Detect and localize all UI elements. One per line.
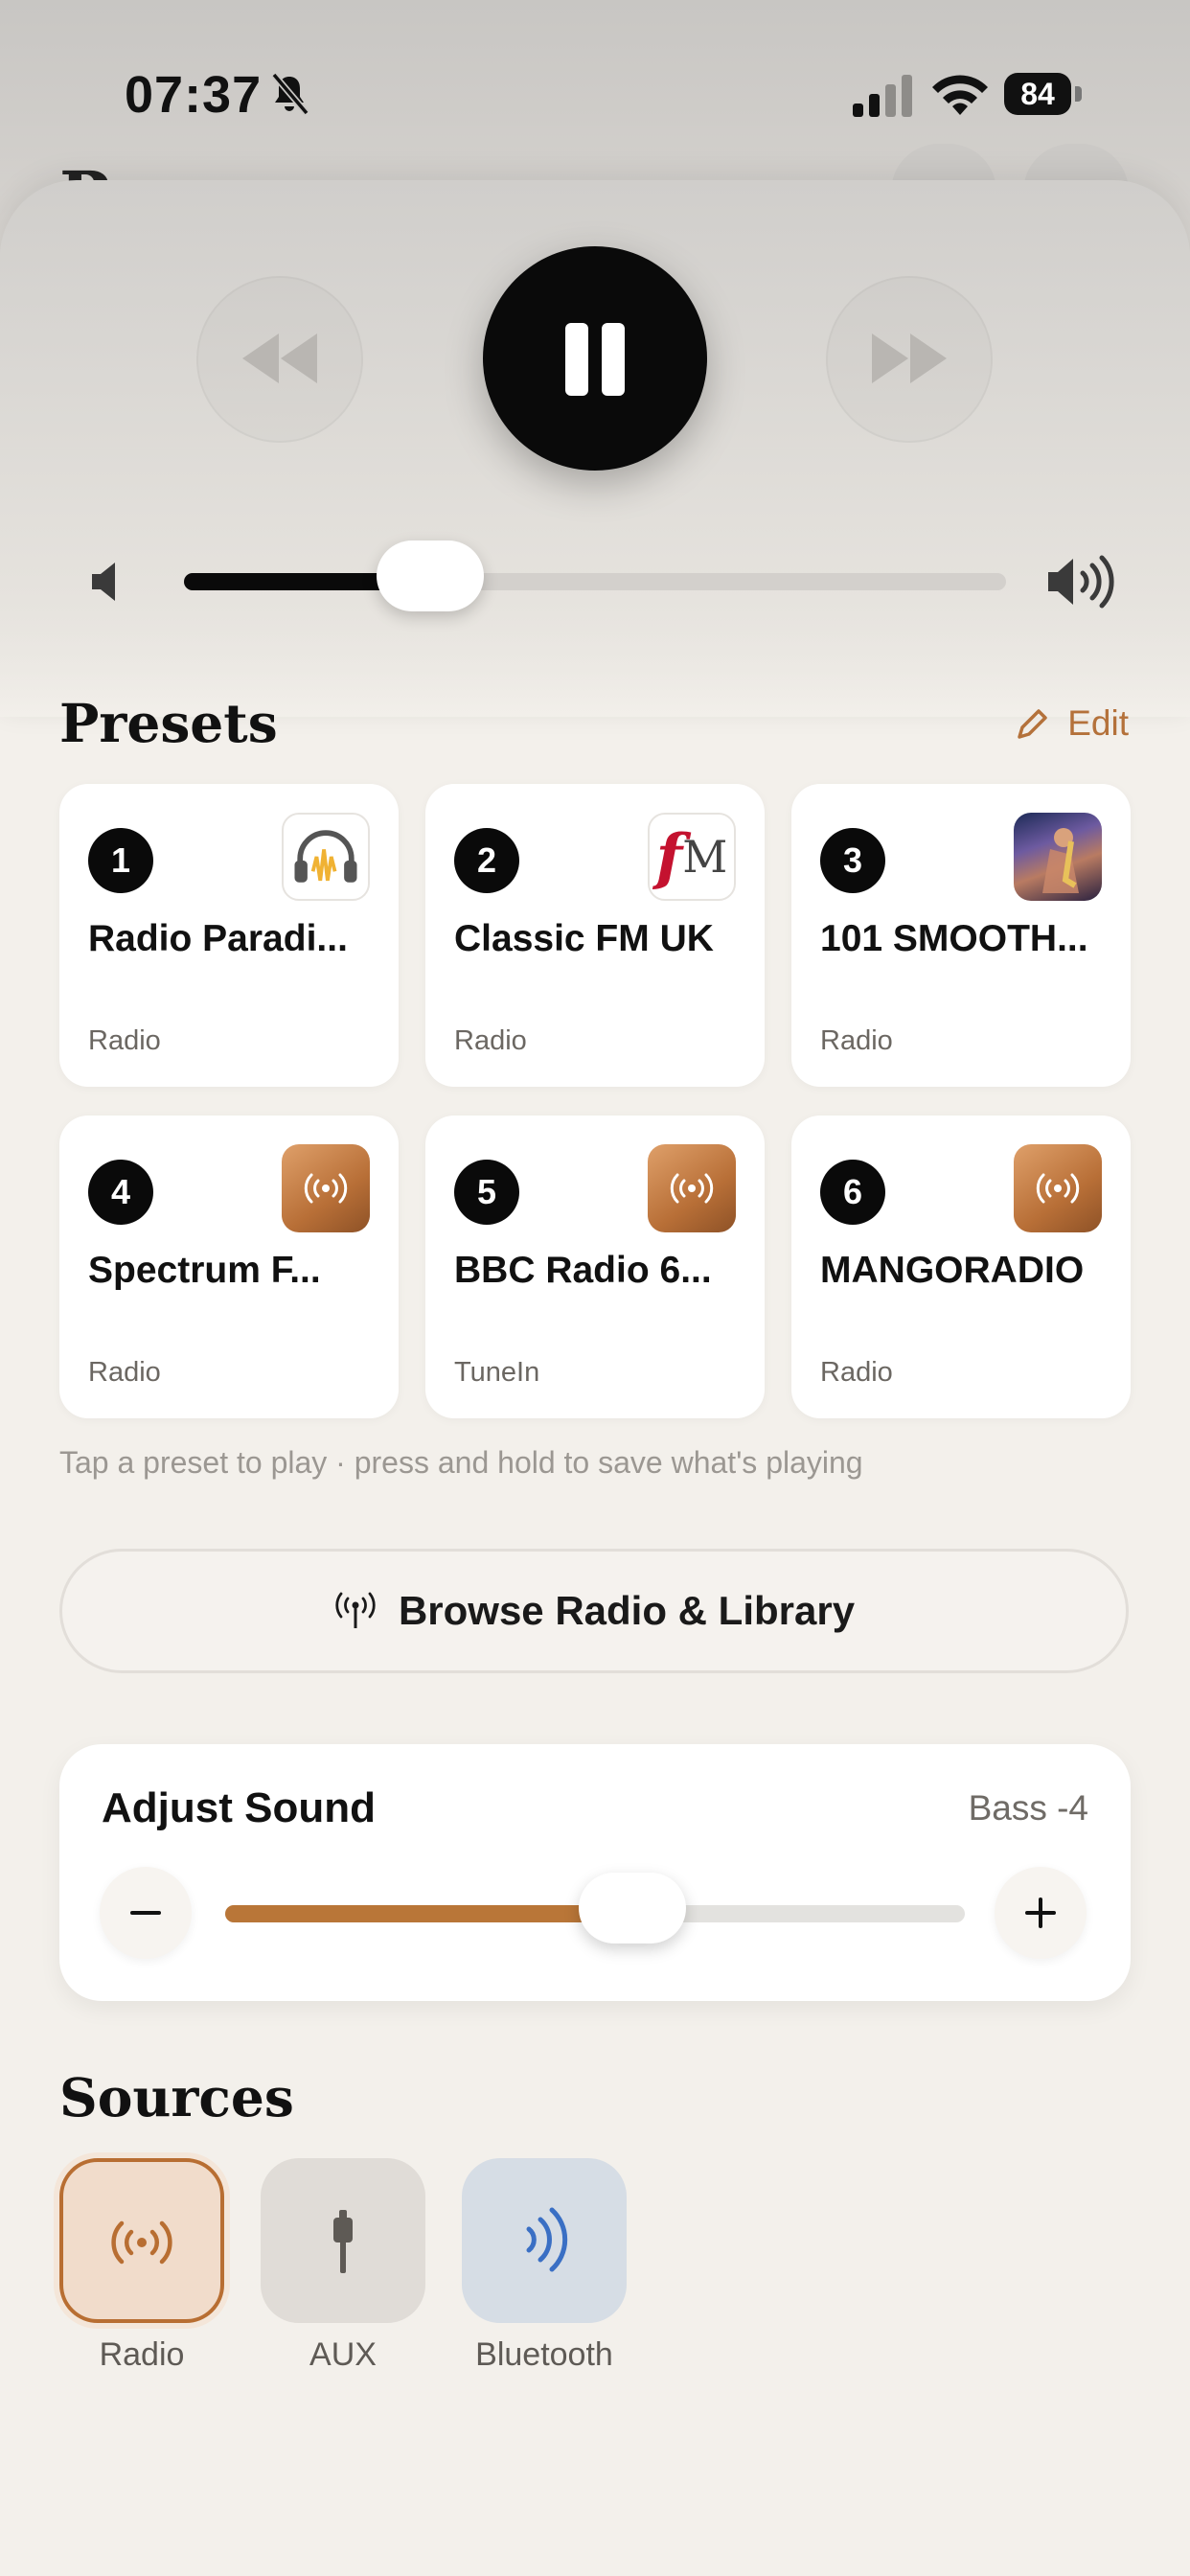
status-bar: 07:37 84: [0, 0, 1190, 182]
preset-card-2[interactable]: 2 fM Classic FM UK Radio: [425, 784, 765, 1087]
source-bluetooth[interactable]: Bluetooth: [462, 2158, 627, 2374]
presets-grid: 1 Radio Paradi... Radio 2 fM Classic FM …: [59, 784, 1131, 1418]
aux-cable-icon: [333, 2210, 353, 2273]
decrease-button[interactable]: [100, 1867, 192, 1959]
preset-source: Radio: [820, 1357, 893, 1388]
source-label: AUX: [309, 2336, 377, 2373]
source-label: Radio: [99, 2336, 185, 2373]
presets-hint: Tap a preset to play · press and hold to…: [59, 1445, 863, 1480]
edit-label: Edit: [1067, 703, 1129, 743]
source-aux[interactable]: AUX: [261, 2158, 425, 2374]
preset-name: Classic FM UK: [454, 918, 714, 959]
preset-source: Radio: [454, 1025, 527, 1056]
source-bluetooth-tile[interactable]: [462, 2158, 627, 2323]
saxophone-photo-icon: [1014, 813, 1102, 901]
bass-slider[interactable]: [225, 1873, 965, 1944]
battery-tip: [1075, 86, 1082, 102]
preset-number: 5: [454, 1160, 519, 1225]
radio-waves-icon: [1014, 1144, 1102, 1232]
pause-icon-bar-right: [602, 323, 625, 396]
bluetooth-waves-icon: [526, 2207, 568, 2272]
source-radio[interactable]: Radio: [59, 2158, 224, 2374]
radio-waves-icon: [282, 1144, 370, 1232]
source-aux-tile[interactable]: [261, 2158, 425, 2323]
preset-source: Radio: [820, 1025, 893, 1056]
volume-slider-thumb[interactable]: [377, 540, 485, 611]
source-label: Bluetooth: [475, 2336, 613, 2373]
pencil-icon: [1018, 709, 1047, 739]
radio-waves-icon: [111, 2220, 172, 2265]
preset-name: 101 SMOOTH...: [820, 918, 1088, 959]
preset-number: 4: [88, 1160, 153, 1225]
volume-slider[interactable]: [184, 540, 1006, 611]
preset-number: 2: [454, 828, 519, 893]
battery-level: 84: [1004, 73, 1071, 115]
preset-card-6[interactable]: 6 MANGORADIO Radio: [791, 1116, 1131, 1418]
fast-forward-icon: [872, 334, 947, 383]
volume-low-icon: [92, 563, 115, 601]
status-time: 07:37: [125, 66, 263, 124]
pause-button[interactable]: [483, 246, 707, 471]
preset-card-3[interactable]: 3 101 SMOOTH... Radio: [791, 784, 1131, 1087]
fast-forward-button[interactable]: [826, 276, 993, 443]
preset-source: Radio: [88, 1025, 161, 1056]
preset-number: 6: [820, 1160, 885, 1225]
preset-name: MANGORADIO: [820, 1250, 1085, 1291]
preset-source: TuneIn: [454, 1357, 540, 1388]
preset-card-4[interactable]: 4 Spectrum F... Radio: [59, 1116, 399, 1418]
preset-source: Radio: [88, 1357, 161, 1388]
radio-waves-icon: [648, 1144, 736, 1232]
preset-number: 3: [820, 828, 885, 893]
rewind-icon: [242, 334, 317, 383]
bell-muted-icon: [271, 72, 309, 116]
headphones-logo-icon: [282, 813, 370, 901]
battery-indicator: 84: [1004, 73, 1083, 117]
edit-presets-button[interactable]: Edit: [1016, 703, 1129, 744]
increase-button[interactable]: [995, 1867, 1087, 1959]
pause-icon-bar-left: [565, 323, 588, 396]
browse-radio-library-button[interactable]: Browse Radio & Library: [59, 1549, 1129, 1673]
preset-name: BBC Radio 6...: [454, 1250, 712, 1291]
preset-number: 1: [88, 828, 153, 893]
adjust-sound-title: Adjust Sound: [102, 1784, 376, 1831]
volume-high-icon: [1048, 555, 1114, 609]
preset-name: Radio Paradi...: [88, 918, 348, 959]
antenna-icon: [335, 1592, 376, 1628]
rewind-button[interactable]: [196, 276, 363, 443]
bass-slider-thumb[interactable]: [578, 1873, 686, 1944]
preset-card-1[interactable]: 1 Radio Paradi... Radio: [59, 784, 399, 1087]
adjust-sound-card: Adjust Sound Bass -4: [59, 1744, 1131, 2001]
preset-card-5[interactable]: 5 BBC Radio 6... TuneIn: [425, 1116, 765, 1418]
cellular-signal-icon: [853, 75, 912, 117]
source-radio-tile[interactable]: [59, 2158, 224, 2323]
sources-title: Sources: [59, 2066, 294, 2128]
classic-fm-logo-icon: fM: [648, 813, 736, 901]
presets-title: Presets: [59, 692, 278, 754]
preset-name: Spectrum F...: [88, 1250, 321, 1291]
browse-label: Browse Radio & Library: [398, 1588, 856, 1633]
wifi-icon: [932, 75, 988, 115]
bass-slider-fill: [225, 1905, 632, 1922]
bass-value: Bass -4: [968, 1788, 1088, 1828]
